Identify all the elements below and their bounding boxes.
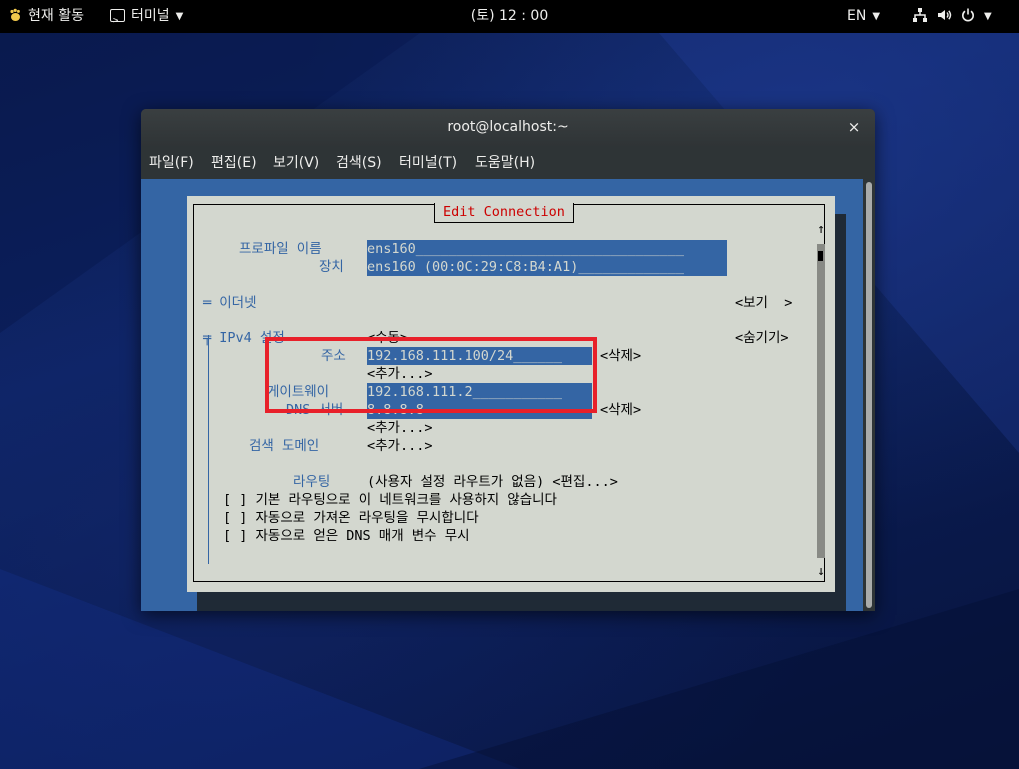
scroll-down-arrow-icon[interactable]: ↓ [816, 564, 826, 580]
window-title: root@localhost:~ [447, 119, 569, 135]
dialog-scroll-knob[interactable] [818, 251, 823, 261]
dns-server-label: DNS 서버 [286, 402, 344, 418]
routing-label: 라우팅 [293, 474, 331, 490]
chevron-down-icon: ▼ [984, 11, 992, 22]
dns-server-input[interactable]: 8.8.8.8 [367, 401, 592, 419]
menu-bar: 파일(F) 편집(E) 보기(V) 검색(S) 터미널(T) 도움말(H) [141, 146, 875, 180]
top-bar: 현재 활동 터미널▼ (토) 12 : 00 EN▼ ▼ [0, 0, 1019, 38]
system-menu[interactable]: ▼ [912, 0, 992, 33]
address-add-button[interactable]: <추가...> [367, 365, 432, 383]
routing-edit-button[interactable]: (사용자 설정 라우트가 없음) <편집...> [367, 473, 618, 491]
dialog-scrollbar[interactable]: ↑ ↓ [816, 214, 826, 579]
power-icon [962, 8, 974, 22]
terminal-window: root@localhost:~ × 파일(F) 편집(E) 보기(V) 검색(… [141, 109, 875, 611]
edit-connection-dialog: Edit Connection 프로파일 이름 ens160__________… [187, 196, 835, 592]
language-label: EN [847, 8, 867, 24]
dialog-shadow [835, 214, 846, 611]
device-label: 장치 [319, 259, 344, 275]
close-icon: × [847, 118, 861, 136]
gateway-input[interactable]: 192.168.111.2___________ [367, 383, 592, 401]
never-default-checkbox[interactable]: [ ] 기본 라우팅으로 이 네트워크를 사용하지 않습니다 [223, 491, 557, 509]
ipv4-hide-button[interactable]: <숨기기> [735, 329, 789, 347]
ipv4-section-label: ╤ IPv4 설정 [203, 330, 285, 346]
ipv4-mode-button[interactable]: <수동> [367, 329, 408, 347]
chevron-down-icon: ▼ [872, 11, 881, 22]
device-input[interactable]: ens160 (00:0C:29:C8:B4:A1)_____________ [367, 258, 727, 276]
ignore-auto-routes-checkbox[interactable]: [ ] 자동으로 가져온 라우팅을 무시합니다 [223, 509, 479, 527]
wallpaper-facet [419, 589, 1019, 769]
terminal-scrollbar[interactable] [863, 179, 875, 611]
menu-file[interactable]: 파일(F) [149, 146, 194, 180]
address-input[interactable]: 192.168.111.100/24______ [367, 347, 592, 365]
ignore-auto-dns-checkbox[interactable]: [ ] 자동으로 얻은 DNS 매개 변수 무시 [223, 527, 470, 545]
menu-help[interactable]: 도움말(H) [475, 146, 535, 180]
profile-name-label: 프로파일 이름 [239, 241, 322, 257]
volume-icon [938, 10, 952, 20]
address-delete-button[interactable]: <삭제> [600, 347, 641, 365]
gateway-label: 게이트웨이 [267, 384, 330, 400]
menu-terminal[interactable]: 터미널(T) [399, 146, 457, 180]
search-domain-add-button[interactable]: <추가...> [367, 437, 432, 455]
dialog-title: Edit Connection [434, 203, 574, 223]
close-button[interactable]: × [845, 118, 863, 136]
dns-delete-button[interactable]: <삭제> [600, 401, 641, 419]
scrollbar-thumb[interactable] [866, 182, 872, 608]
scroll-up-arrow-icon[interactable]: ↑ [816, 222, 826, 238]
address-label: 주소 [321, 348, 346, 364]
dialog-shadow [197, 592, 846, 611]
input-language-menu[interactable]: EN ▼ [847, 0, 880, 33]
dialog-scroll-track[interactable] [817, 244, 825, 558]
window-titlebar[interactable]: root@localhost:~ × [141, 109, 875, 146]
menu-edit[interactable]: 편집(E) [211, 146, 257, 180]
network-wired-icon [913, 8, 927, 22]
menu-search[interactable]: 검색(S) [336, 146, 382, 180]
search-domain-label: 검색 도메인 [249, 438, 320, 454]
profile-name-input[interactable]: ens160_________________________________ [367, 240, 727, 258]
dns-add-button[interactable]: <추가...> [367, 419, 432, 437]
clock-label: (토) 12 : 00 [470, 8, 549, 24]
ethernet-section-label: ═ 이더넷 [203, 295, 257, 311]
ethernet-show-button[interactable]: <보기 > [735, 294, 792, 312]
ipv4-section-guide [208, 335, 209, 564]
menu-view[interactable]: 보기(V) [273, 146, 319, 180]
